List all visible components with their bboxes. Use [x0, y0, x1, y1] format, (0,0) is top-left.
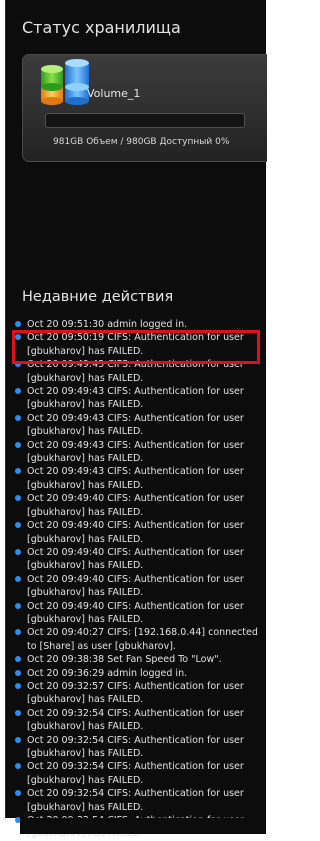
bullet-icon [15, 548, 21, 555]
highlight-box [12, 330, 260, 364]
log-item-text: Oct 20 09:32:54 CIFS: Authentication for… [27, 707, 244, 733]
log-item: Oct 20 09:32:54 CIFS: Authentication for… [15, 734, 261, 761]
activity-log-list: Oct 20 09:51:30 admin logged in. Oct 20 0… [15, 318, 261, 841]
bullet-icon [15, 441, 21, 448]
log-item-text: Oct 20 09:51:30 admin logged in. [27, 319, 188, 330]
bullet-icon [15, 790, 21, 797]
log-item: Oct 20 09:49:40 CIFS: Authentication for… [15, 519, 261, 546]
log-item-text: Oct 20 09:49:40 CIFS: Authentication for… [27, 546, 244, 572]
log-item-text: Oct 20 09:38:38 Set Fan Speed To "Low". [27, 654, 222, 666]
volume-name: Volume_1 [87, 87, 141, 100]
log-item: Oct 20 09:49:40 CIFS: Authentication for… [15, 573, 261, 600]
log-item: Oct 20 09:49:40 CIFS: Authentication for… [15, 546, 261, 573]
log-item: Oct 20 09:38:38 Set Fan Speed To "Low". [15, 653, 261, 666]
log-item: Oct 20 09:32:57 CIFS: Authentication for… [15, 680, 261, 707]
bullet-icon [15, 522, 21, 529]
recent-activity-title: Недавние действия [22, 289, 174, 305]
bullet-icon [15, 388, 21, 395]
log-item: Oct 20 09:49:43 CIFS: Authentication for… [15, 439, 261, 466]
database-icon [41, 59, 89, 105]
log-item: Oct 20 09:32:54 CIFS: Authentication for… [15, 707, 261, 734]
bullet-icon [15, 629, 21, 636]
log-item-text: Oct 20 09:49:43 CIFS: Authentication for… [27, 439, 244, 465]
log-item: Oct 20 09:36:29 admin logged in. [15, 667, 261, 680]
usage-bar [45, 113, 245, 128]
log-item: Oct 20 09:32:54 CIFS: Authentication for… [15, 760, 261, 787]
log-item-text: Oct 20 09:32:54 CIFS: Authentication for… [27, 761, 244, 786]
panel-bottom-strip [20, 818, 266, 834]
usage-text: 981GB Объем / 980GB Доступный 0% [53, 137, 230, 147]
log-item-text: Oct 20 09:49:43 CIFS: Authentication for… [27, 412, 244, 438]
log-item: Oct 20 09:32:54 CIFS: Authentication for… [15, 787, 261, 814]
log-item-text: Oct 20 09:36:29 admin logged in. [27, 667, 188, 679]
log-item-text: Oct 20 09:49:43 CIFS: Authentication for… [27, 466, 244, 491]
log-item: Oct 20 09:49:40 CIFS: Authentication for… [15, 600, 261, 627]
log-item-text: Oct 20 09:32:54 CIFS: Authentication for… [27, 734, 244, 759]
log-item-text: Oct 20 09:32:54 CIFS: Authentication for… [27, 788, 244, 813]
bullet-icon [15, 321, 21, 327]
log-item: Oct 20 09:49:40 CIFS: Authentication for… [15, 492, 261, 519]
bullet-icon [15, 656, 21, 663]
log-item-text: Oct 20 09:49:40 CIFS: Authentication for… [27, 600, 244, 625]
bullet-icon [15, 669, 21, 676]
bullet-icon [15, 709, 21, 716]
volume-card[interactable]: Volume_1 981GB Объем / 980GB Доступный 0… [22, 54, 267, 162]
bullet-icon [15, 414, 21, 421]
bullet-icon [15, 682, 21, 689]
bullet-icon [15, 468, 21, 475]
log-item-text: Oct 20 09:49:40 CIFS: Authentication for… [27, 493, 244, 518]
log-item: Oct 20 09:40:27 CIFS: [192.168.0.44] con… [15, 626, 261, 653]
bullet-icon [15, 602, 21, 609]
log-item: Oct 20 09:49:43 CIFS: Authentication for… [15, 385, 261, 412]
bullet-icon [15, 736, 21, 743]
storage-status-title: Статус хранилища [22, 18, 181, 37]
log-item-text: Oct 20 09:49:40 CIFS: Authentication for… [27, 573, 244, 599]
log-item-text: Oct 20 09:49:43 CIFS: Authentication for… [27, 386, 244, 411]
log-item: Oct 20 09:49:43 CIFS: Authentication for… [15, 465, 261, 492]
log-item-text: Oct 20 09:49:40 CIFS: Authentication for… [27, 520, 244, 545]
bullet-icon [15, 575, 21, 582]
log-item-text: Oct 20 09:32:57 CIFS: Authentication for… [27, 680, 244, 706]
bullet-icon [15, 763, 21, 770]
log-item-text: Oct 20 09:40:27 CIFS: [192.168.0.44] con… [27, 627, 258, 652]
bullet-icon [15, 495, 21, 502]
log-item: Oct 20 09:49:43 CIFS: Authentication for… [15, 412, 261, 439]
